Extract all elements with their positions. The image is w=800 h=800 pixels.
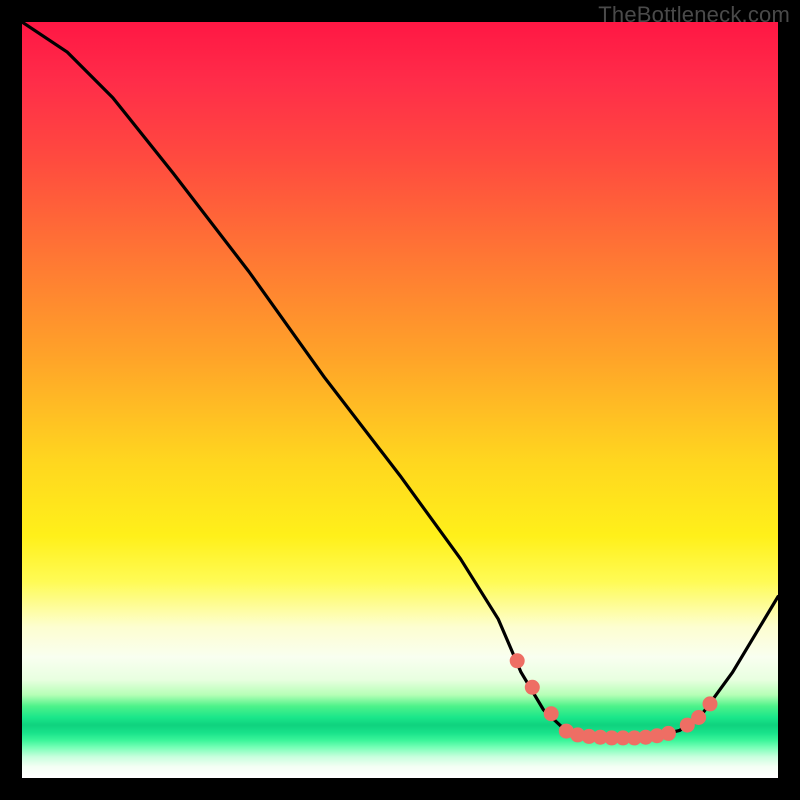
curve-marker bbox=[510, 654, 524, 668]
curve-marker bbox=[661, 726, 675, 740]
curve-marker bbox=[544, 707, 558, 721]
chart-overlay bbox=[22, 22, 778, 778]
curve-markers bbox=[510, 654, 717, 745]
chart-frame: TheBottleneck.com bbox=[0, 0, 800, 800]
curve-marker bbox=[703, 697, 717, 711]
curve-marker bbox=[525, 680, 539, 694]
curve-line bbox=[22, 22, 778, 738]
watermark-text: TheBottleneck.com bbox=[598, 2, 790, 28]
curve-marker bbox=[692, 711, 706, 725]
